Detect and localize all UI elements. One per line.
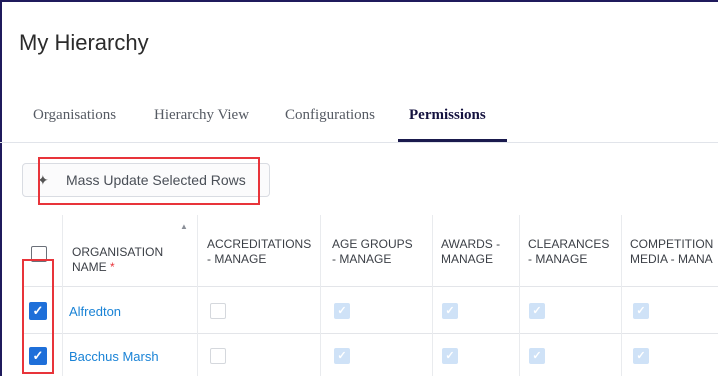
column-header-accreditations[interactable]: ACCREDITATIONS - MANAGE [207,237,311,267]
column-header-line2: - MANAGE [332,252,392,266]
column-divider [320,215,321,376]
tab-permissions[interactable]: Permissions [409,107,486,124]
permission-checkbox [210,303,226,319]
column-header-line2: MEDIA - MANA [630,252,713,266]
column-header-line1: CLEARANCES [528,237,610,251]
permission-checkbox: ✓ [529,348,545,364]
page-title: My Hierarchy [19,30,149,55]
column-header-clearances[interactable]: CLEARANCES - MANAGE [528,237,609,267]
permission-checkbox: ✓ [633,303,649,319]
permission-checkbox [210,348,226,364]
permission-checkbox: ✓ [442,303,458,319]
tab-configurations[interactable]: Configurations [285,107,375,124]
permission-checkbox: ✓ [442,348,458,364]
window-frame-top [0,0,718,2]
header-row-divider [22,286,718,287]
highlight-box-mass-update [38,157,260,205]
permission-checkbox: ✓ [529,303,545,319]
column-divider [62,215,63,376]
column-divider [519,215,520,376]
column-header-line1: AGE GROUPS [332,237,413,251]
tab-hierarchy-view[interactable]: Hierarchy View [154,107,249,124]
column-header-line2: - MANAGE [528,252,588,266]
permission-checkbox: ✓ [334,348,350,364]
column-header-line2: - MANAGE [207,252,267,266]
column-divider [621,215,622,376]
sort-icon[interactable]: ▲ [180,222,188,231]
column-header-age-groups[interactable]: AGE GROUPS - MANAGE [332,237,413,267]
column-header-awards[interactable]: AWARDS - MANAGE [441,237,500,267]
column-header-line1: ORGANISATION [72,245,164,259]
required-marker: * [110,260,115,274]
tab-bar: Organisations Hierarchy View Configurati… [0,100,718,143]
tab-organisations[interactable]: Organisations [33,107,116,124]
column-header-line2: MANAGE [441,252,494,266]
highlight-box-selected-rows [22,259,54,374]
permission-checkbox: ✓ [633,348,649,364]
column-header-line1: ACCREDITATIONS [207,237,312,251]
column-header-line1: COMPETITION [630,237,714,251]
column-header-organisation-name[interactable]: ORGANISATION NAME * [72,245,163,275]
organisation-link-alfredton[interactable]: Alfredton [69,304,121,319]
column-divider [197,215,198,376]
column-header-line2: NAME [72,260,107,274]
column-header-line1: AWARDS - [441,237,501,251]
permission-checkbox: ✓ [334,303,350,319]
organisation-link-bacchus-marsh[interactable]: Bacchus Marsh [69,349,159,364]
row-divider [22,333,718,334]
window-frame-left [0,0,2,376]
column-divider [432,215,433,376]
active-tab-indicator [398,139,507,142]
column-header-competition-media[interactable]: COMPETITION MEDIA - MANA [630,237,713,267]
